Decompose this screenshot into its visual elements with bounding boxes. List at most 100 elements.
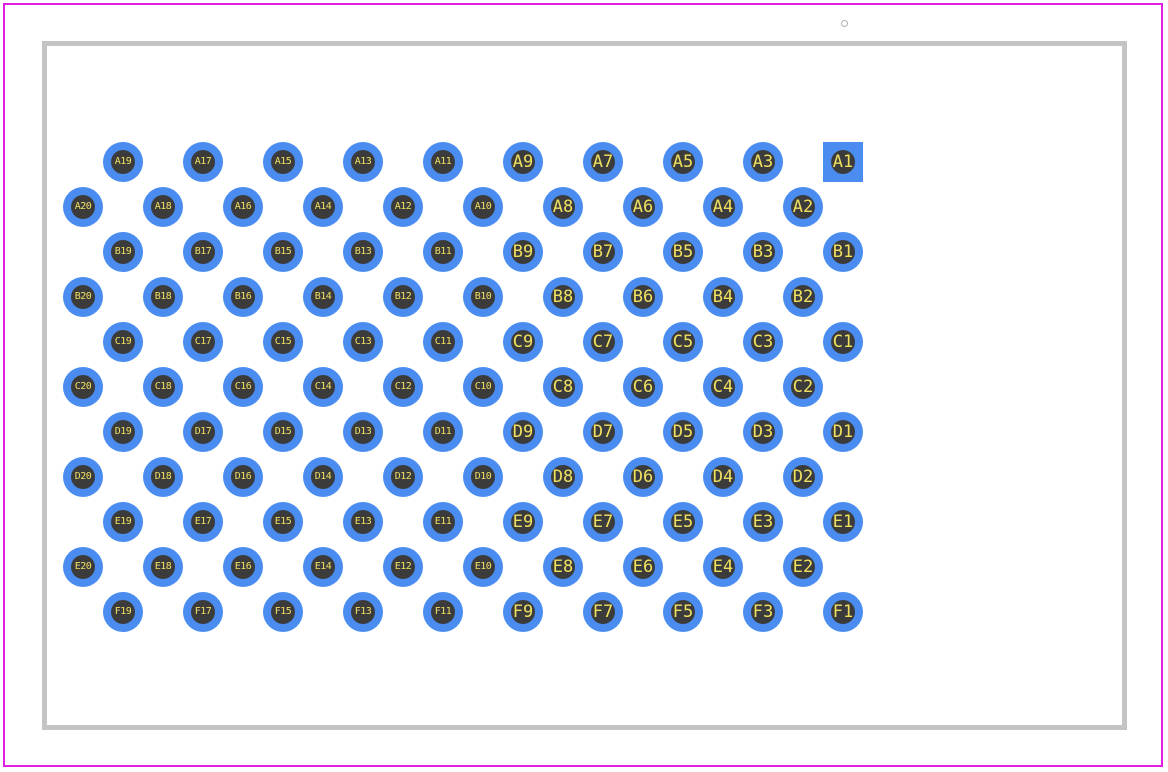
pad-b6: B6 bbox=[623, 277, 663, 317]
pad-label: A8 bbox=[552, 197, 574, 217]
pad-b3: B3 bbox=[743, 232, 783, 272]
pad-d12: D12 bbox=[383, 457, 423, 497]
pad-c3: C3 bbox=[743, 322, 783, 362]
pad-label: E13 bbox=[354, 516, 372, 527]
pad-d17: D17 bbox=[183, 412, 223, 452]
pad-e20: E20 bbox=[63, 547, 103, 587]
pad-e15: E15 bbox=[263, 502, 303, 542]
pad-c8: C8 bbox=[543, 367, 583, 407]
pad-label: A19 bbox=[114, 156, 132, 167]
pad-b10: B10 bbox=[463, 277, 503, 317]
pad-f11: F11 bbox=[423, 592, 463, 632]
pad-label: E8 bbox=[552, 557, 574, 577]
pad-label: D7 bbox=[592, 422, 614, 442]
pad-e8: E8 bbox=[543, 547, 583, 587]
pad-label: B9 bbox=[512, 242, 534, 262]
pad-d20: D20 bbox=[63, 457, 103, 497]
pad-d10: D10 bbox=[463, 457, 503, 497]
pad-label: E2 bbox=[792, 557, 814, 577]
pad-d1: D1 bbox=[823, 412, 863, 452]
pad-label: E14 bbox=[314, 561, 332, 572]
pad-d14: D14 bbox=[303, 457, 343, 497]
origin-marker bbox=[841, 20, 848, 27]
pad-e1: E1 bbox=[823, 502, 863, 542]
pad-label: F7 bbox=[592, 602, 614, 622]
pad-label: D19 bbox=[114, 426, 132, 437]
pad-e19: E19 bbox=[103, 502, 143, 542]
pad-f17: F17 bbox=[183, 592, 223, 632]
pad-label: D10 bbox=[474, 471, 492, 482]
pad-label: F11 bbox=[434, 606, 452, 617]
pad-label: C8 bbox=[552, 377, 574, 397]
pad-label: E15 bbox=[274, 516, 292, 527]
pad-d15: D15 bbox=[263, 412, 303, 452]
pad-a8: A8 bbox=[543, 187, 583, 227]
pad-label: D9 bbox=[512, 422, 534, 442]
pad-f19: F19 bbox=[103, 592, 143, 632]
pad-label: D12 bbox=[394, 471, 412, 482]
pad-b14: B14 bbox=[303, 277, 343, 317]
pad-label: D11 bbox=[434, 426, 452, 437]
pad-label: E1 bbox=[832, 512, 854, 532]
pad-label: B2 bbox=[792, 287, 814, 307]
pad-b8: B8 bbox=[543, 277, 583, 317]
pad-label: F17 bbox=[194, 606, 212, 617]
pad-a17: A17 bbox=[183, 142, 223, 182]
pad-label: A1 bbox=[832, 152, 854, 172]
pad-f1: F1 bbox=[823, 592, 863, 632]
pad-b11: B11 bbox=[423, 232, 463, 272]
pad-b12: B12 bbox=[383, 277, 423, 317]
pad-label: F19 bbox=[114, 606, 132, 617]
pad-label: C18 bbox=[154, 381, 172, 392]
pad-c7: C7 bbox=[583, 322, 623, 362]
pad-label: D5 bbox=[672, 422, 694, 442]
pad-label: B13 bbox=[354, 246, 372, 257]
pad-e16: E16 bbox=[223, 547, 263, 587]
pad-c13: C13 bbox=[343, 322, 383, 362]
pad-label: E5 bbox=[672, 512, 694, 532]
pad-label: D17 bbox=[194, 426, 212, 437]
pad-label: A17 bbox=[194, 156, 212, 167]
pad-c6: C6 bbox=[623, 367, 663, 407]
pad-label: B19 bbox=[114, 246, 132, 257]
pad-b5: B5 bbox=[663, 232, 703, 272]
pad-label: C1 bbox=[832, 332, 854, 352]
pad-b18: B18 bbox=[143, 277, 183, 317]
pad-label: A11 bbox=[434, 156, 452, 167]
pad-label: B3 bbox=[752, 242, 774, 262]
pad-b20: B20 bbox=[63, 277, 103, 317]
pad-c4: C4 bbox=[703, 367, 743, 407]
pad-a3: A3 bbox=[743, 142, 783, 182]
pad-b13: B13 bbox=[343, 232, 383, 272]
pad-label: D13 bbox=[354, 426, 372, 437]
pad-label: E12 bbox=[394, 561, 412, 572]
pad-e12: E12 bbox=[383, 547, 423, 587]
pad-d19: D19 bbox=[103, 412, 143, 452]
pad-label: B10 bbox=[474, 291, 492, 302]
pad-label: C13 bbox=[354, 336, 372, 347]
pad-a10: A10 bbox=[463, 187, 503, 227]
pad-c15: C15 bbox=[263, 322, 303, 362]
pad-label: B1 bbox=[832, 242, 854, 262]
pad-c1: C1 bbox=[823, 322, 863, 362]
pad-label: A18 bbox=[154, 201, 172, 212]
pad-label: B12 bbox=[394, 291, 412, 302]
pad-label: B6 bbox=[632, 287, 654, 307]
pad-label: D4 bbox=[712, 467, 734, 487]
pad-label: C11 bbox=[434, 336, 452, 347]
pad-label: A20 bbox=[74, 201, 92, 212]
pad-label: C15 bbox=[274, 336, 292, 347]
pad-e7: E7 bbox=[583, 502, 623, 542]
pad-label: E16 bbox=[234, 561, 252, 572]
pad-label: A10 bbox=[474, 201, 492, 212]
pad-label: B16 bbox=[234, 291, 252, 302]
pad-d7: D7 bbox=[583, 412, 623, 452]
pad-c10: C10 bbox=[463, 367, 503, 407]
pad-d18: D18 bbox=[143, 457, 183, 497]
pad-d2: D2 bbox=[783, 457, 823, 497]
pad-e11: E11 bbox=[423, 502, 463, 542]
pad-label: C6 bbox=[632, 377, 654, 397]
pad-d13: D13 bbox=[343, 412, 383, 452]
pad-label: C12 bbox=[394, 381, 412, 392]
pad-label: A14 bbox=[314, 201, 332, 212]
